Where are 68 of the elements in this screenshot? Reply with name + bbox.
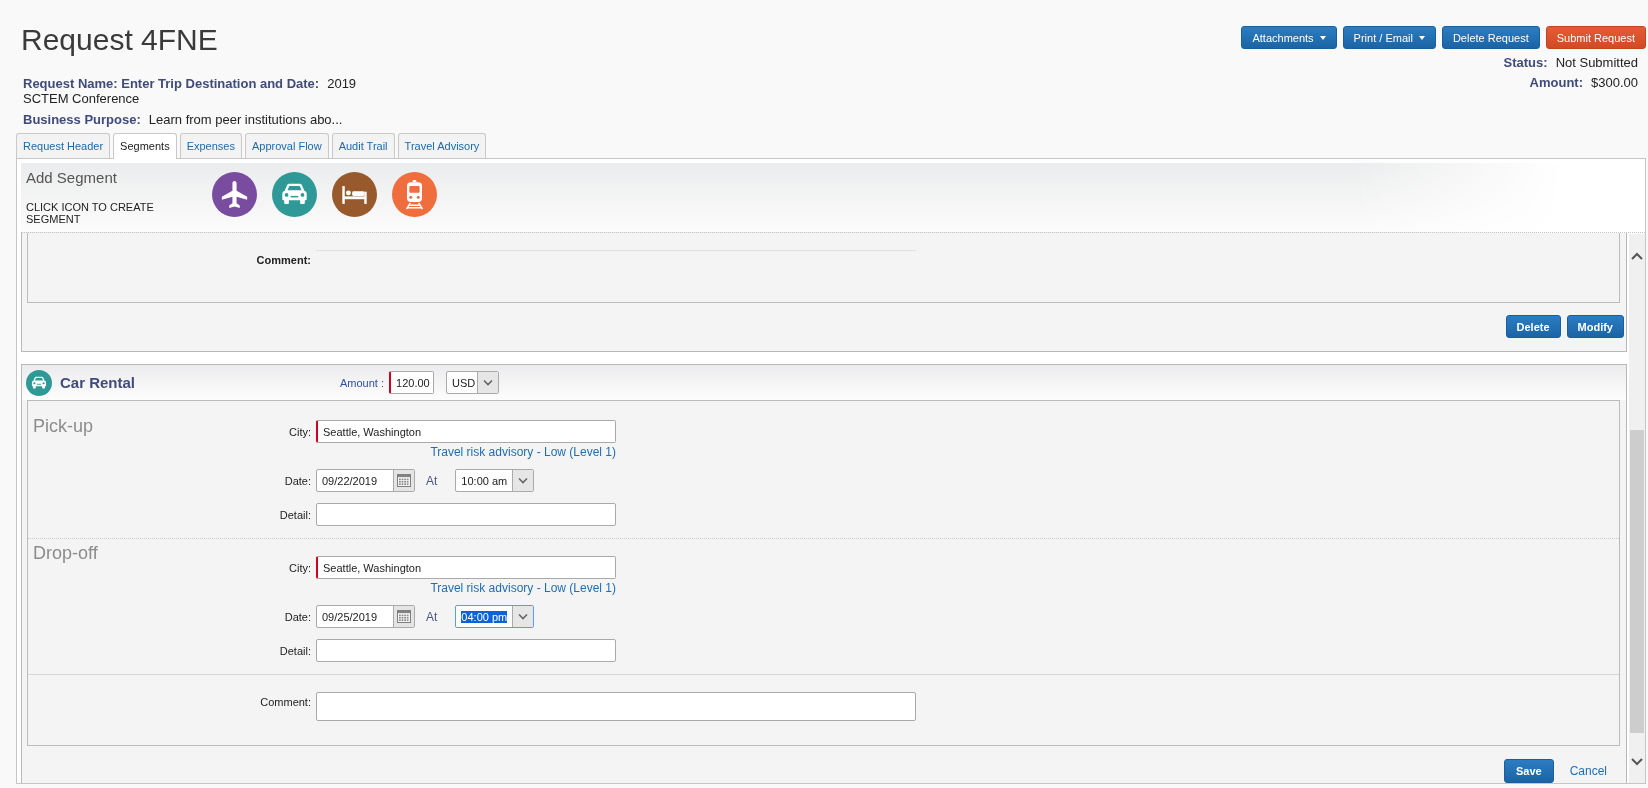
action-button[interactable]: Modify xyxy=(1566,315,1624,338)
submit-button[interactable]: Submit Request xyxy=(1545,26,1646,49)
field-value: SCTEM Conference xyxy=(23,91,140,106)
segment-title: Car Rental xyxy=(60,374,136,391)
city-field[interactable]: Seattle, Washington xyxy=(316,556,616,579)
detail-field[interactable] xyxy=(316,503,616,526)
field-label: Date: xyxy=(284,610,311,623)
field-label: Detail: xyxy=(279,508,311,521)
comment-field[interactable] xyxy=(316,692,916,721)
field-label: Date: xyxy=(284,474,311,487)
advisory-link[interactable]: Travel risk advisory - Low (Level 1) xyxy=(430,445,616,459)
tab[interactable]: Approval Flow xyxy=(244,133,329,158)
car-icon xyxy=(26,369,52,396)
field-label: City: xyxy=(289,561,311,574)
tab[interactable]: Request Header xyxy=(16,133,111,158)
calendar-icon[interactable] xyxy=(393,606,414,627)
amount-label: Amount : xyxy=(340,376,385,389)
field-label: Detail: xyxy=(279,644,311,657)
tab[interactable]: Audit Trail xyxy=(331,133,395,158)
airplane-icon[interactable] xyxy=(212,172,257,217)
date-field[interactable]: 09/22/2019 xyxy=(316,469,415,492)
field-value: 2019 xyxy=(327,76,357,91)
currency-select[interactable]: USD xyxy=(446,371,500,394)
amount-field[interactable]: 120.00 xyxy=(389,371,435,394)
field-label: Business Purpose: xyxy=(23,112,141,127)
page-title: Request 4FNE xyxy=(21,22,219,58)
section-heading: Pick-up xyxy=(33,416,94,436)
tab[interactable]: Segments xyxy=(113,133,177,159)
field-label: Comment: xyxy=(256,254,311,266)
advisory-link[interactable]: Travel risk advisory - Low (Level 1) xyxy=(430,581,616,595)
toolbar-title: Add Segment xyxy=(26,169,117,187)
train-icon[interactable] xyxy=(392,172,437,217)
chevron-up-icon[interactable] xyxy=(1631,252,1643,260)
action-button[interactable]: Delete Request xyxy=(1441,26,1540,49)
time-select[interactable]: 04:00 pm xyxy=(455,605,535,628)
bed-icon[interactable] xyxy=(332,172,377,217)
field-label: At xyxy=(426,473,438,488)
text-link[interactable]: Cancel xyxy=(1569,764,1607,778)
field-label: Request Name: Enter Trip Destination and Date: xyxy=(23,76,320,91)
chevron-down-icon xyxy=(477,372,499,393)
field-value: $300.00 xyxy=(1591,75,1638,91)
date-field[interactable]: 09/25/2019 xyxy=(316,605,415,628)
time-select[interactable]: 10:00 am xyxy=(455,469,535,492)
field-label: At xyxy=(426,609,438,624)
section-heading: Drop-off xyxy=(33,543,98,563)
field-label: City: xyxy=(289,425,311,438)
dropdown-button[interactable]: Attachments xyxy=(1241,26,1337,49)
hint-text: CLICK ICON TO CREATE SEGMENT xyxy=(26,201,155,225)
caret-icon xyxy=(1319,35,1326,40)
action-button[interactable]: Save xyxy=(1503,759,1554,783)
field-value: Learn from peer institutions abo... xyxy=(148,112,343,127)
action-button[interactable]: Delete xyxy=(1505,315,1561,338)
scrollbar-thumb[interactable] xyxy=(1630,430,1644,733)
chevron-down-icon xyxy=(512,606,534,627)
calendar-icon[interactable] xyxy=(393,470,414,491)
field-label: Comment: xyxy=(260,696,311,708)
field-value: Not Submitted xyxy=(1555,55,1638,71)
caret-icon xyxy=(1418,35,1425,40)
chevron-down-icon xyxy=(512,470,534,491)
tab[interactable]: Travel Advisory xyxy=(397,133,487,158)
dropdown-button[interactable]: Print / Email xyxy=(1342,26,1436,49)
field-label: Amount: xyxy=(1529,75,1583,91)
field-label: Status: xyxy=(1503,55,1548,71)
chevron-down-icon[interactable] xyxy=(1631,758,1643,766)
detail-field[interactable] xyxy=(316,639,616,662)
tab[interactable]: Expenses xyxy=(179,133,242,158)
city-field[interactable]: Seattle, Washington xyxy=(316,420,616,443)
car-icon[interactable] xyxy=(272,172,317,217)
